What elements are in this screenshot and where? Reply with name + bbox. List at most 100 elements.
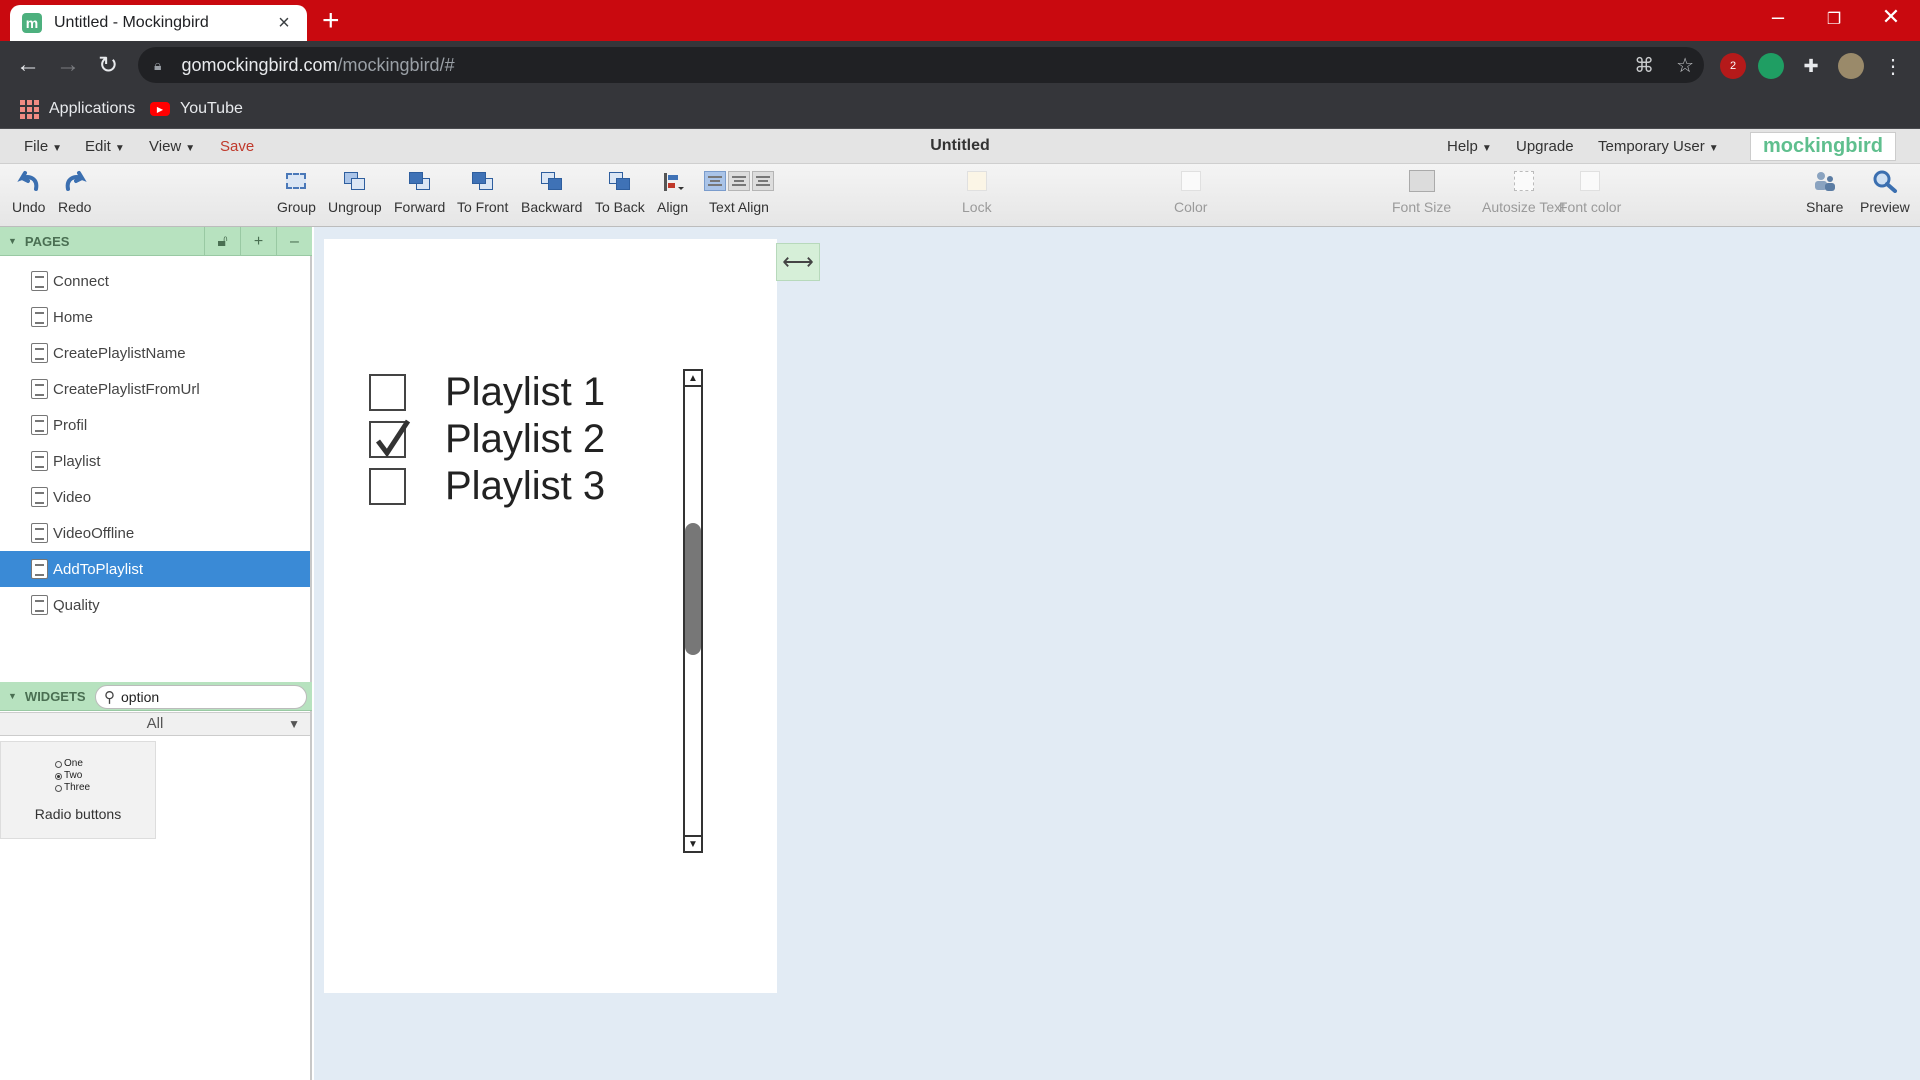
translate-icon[interactable]: ⌘: [1634, 53, 1654, 78]
page-item-addtoplaylist[interactable]: AddToPlaylist: [0, 551, 310, 587]
save-button[interactable]: Save: [220, 138, 254, 155]
scroll-down-arrow-icon[interactable]: ▼: [685, 835, 701, 851]
apps-grid-icon: [20, 99, 39, 119]
autosize-text-icon: [1511, 168, 1537, 194]
page-item-playlist[interactable]: Playlist: [0, 443, 310, 479]
checkbox-list-widget[interactable]: Playlist 1 Playlist 2 Playlist 3: [369, 369, 605, 510]
align-button[interactable]: Align: [657, 168, 688, 215]
chat-extension-icon[interactable]: [1758, 53, 1784, 79]
checkbox-unchecked-icon[interactable]: [369, 468, 406, 505]
file-menu[interactable]: File ▼: [24, 138, 62, 155]
list-item[interactable]: Playlist 1: [369, 369, 605, 416]
upgrade-link[interactable]: Upgrade: [1516, 138, 1574, 155]
pages-section-header[interactable]: ▼ PAGES 🔓︎ + –: [0, 227, 312, 256]
radio-on-icon: [55, 772, 62, 780]
ungroup-button[interactable]: Ungroup: [328, 168, 382, 215]
scroll-thumb[interactable]: [685, 523, 701, 655]
mockingbird-logo: mockingbird: [1750, 132, 1896, 161]
bookmark-applications[interactable]: Applications: [20, 95, 135, 123]
widgets-section-header[interactable]: ▼ WIDGETS ⚲: [0, 682, 312, 711]
close-tab-icon[interactable]: ×: [273, 12, 295, 35]
to-back-button[interactable]: To Back: [595, 168, 645, 215]
align-left-icon[interactable]: [704, 171, 726, 191]
user-menu[interactable]: Temporary User ▼: [1598, 138, 1719, 155]
address-bar[interactable]: 🔒︎ gomockingbird.com /mockingbird/# ⌘ ☆: [138, 47, 1704, 83]
undo-icon: [16, 168, 42, 194]
view-menu[interactable]: View ▼: [149, 138, 195, 155]
minimize-icon[interactable]: –: [1758, 4, 1798, 30]
redo-label: Redo: [58, 199, 92, 215]
list-item[interactable]: Playlist 3: [369, 463, 605, 510]
collapse-triangle-icon[interactable]: ▼: [8, 691, 17, 701]
page-label: Playlist: [53, 452, 101, 470]
align-right-icon[interactable]: [752, 171, 774, 191]
to-back-label: To Back: [595, 199, 645, 215]
mock-scrollbar[interactable]: ▲ ▼: [683, 369, 703, 853]
browser-tab[interactable]: m Untitled - Mockingbird ×: [10, 5, 307, 41]
list-item[interactable]: Playlist 2: [369, 416, 605, 463]
ungroup-label: Ungroup: [328, 199, 382, 215]
lock-button[interactable]: Lock: [962, 168, 992, 215]
share-button[interactable]: Share: [1806, 168, 1843, 215]
page-item-videooffline[interactable]: VideoOffline: [0, 515, 310, 551]
page-item-profil[interactable]: Profil: [0, 407, 310, 443]
font-color-button[interactable]: Font color: [1559, 168, 1621, 215]
forward-icon[interactable]: →: [52, 49, 84, 81]
lock-page-icon[interactable]: 🔓︎: [204, 227, 240, 256]
checkbox-checked-icon[interactable]: [369, 419, 411, 458]
widget-category-select[interactable]: All ▼: [0, 712, 310, 736]
page-icon: [31, 379, 48, 399]
autosize-text-label: Autosize Text: [1482, 199, 1566, 215]
remove-page-icon[interactable]: –: [276, 227, 312, 256]
radio-off-icon: [55, 760, 62, 768]
widget-search-input[interactable]: [121, 689, 291, 705]
extensions-puzzle-icon[interactable]: ✚: [1798, 53, 1824, 79]
extension-badge: 2: [1729, 60, 1737, 72]
font-size-button[interactable]: Font Size: [1392, 168, 1451, 215]
autosize-text-button[interactable]: Autosize Text: [1482, 168, 1565, 215]
restore-icon[interactable]: ❐: [1814, 9, 1854, 29]
bookmark-youtube[interactable]: ▶ YouTube: [150, 95, 243, 123]
redo-button[interactable]: Redo: [58, 168, 91, 215]
page-icon: [31, 523, 48, 543]
page-item-connect[interactable]: Connect: [0, 263, 310, 299]
resize-horizontal-icon[interactable]: ⟷: [776, 243, 820, 281]
scroll-up-arrow-icon[interactable]: ▲: [685, 371, 701, 387]
design-canvas[interactable]: Playlist 1 Playlist 2 Playlist 3 ▲ ▼ ⟷: [314, 227, 1920, 1080]
widget-tile-radio-buttons[interactable]: One Two Three Radio buttons: [0, 741, 156, 839]
bookmark-star-icon[interactable]: ☆: [1676, 53, 1694, 78]
group-button[interactable]: Group: [277, 168, 316, 215]
reload-icon[interactable]: ↻: [92, 49, 124, 81]
help-menu[interactable]: Help ▼: [1447, 138, 1492, 155]
ublock-extension-icon[interactable]: 2: [1720, 53, 1746, 79]
url-host: gomockingbird.com: [181, 54, 338, 75]
widget-search-box[interactable]: ⚲: [95, 685, 307, 709]
page-item-quality[interactable]: Quality: [0, 587, 310, 623]
forward-button[interactable]: Forward: [394, 168, 445, 215]
close-window-icon[interactable]: ✕: [1871, 4, 1911, 30]
page-item-createplaylistname[interactable]: CreatePlaylistName: [0, 335, 310, 371]
undo-label: Undo: [12, 199, 46, 215]
color-button[interactable]: Color: [1174, 168, 1207, 215]
backward-button[interactable]: Backward: [521, 168, 582, 215]
backward-label: Backward: [521, 199, 583, 215]
undo-button[interactable]: Undo: [12, 168, 45, 215]
back-icon[interactable]: ←: [12, 49, 44, 81]
to-front-button[interactable]: To Front: [457, 168, 508, 215]
edit-menu[interactable]: Edit ▼: [85, 138, 125, 155]
redo-icon: [62, 168, 88, 194]
page-item-home[interactable]: Home: [0, 299, 310, 335]
page-item-video[interactable]: Video: [0, 479, 310, 515]
avatar[interactable]: [1838, 53, 1864, 79]
page-icon: [31, 343, 48, 363]
checkbox-unchecked-icon[interactable]: [369, 374, 406, 411]
more-menu-icon[interactable]: ⋮: [1880, 53, 1906, 79]
add-page-icon[interactable]: +: [240, 227, 276, 256]
new-tab-icon[interactable]: +: [322, 6, 340, 36]
mockup-page[interactable]: Playlist 1 Playlist 2 Playlist 3 ▲ ▼: [324, 239, 777, 993]
align-center-icon[interactable]: [728, 171, 750, 191]
preview-button[interactable]: Preview: [1860, 168, 1910, 215]
collapse-triangle-icon[interactable]: ▼: [8, 236, 17, 246]
page-item-createplaylistfromurl[interactable]: CreatePlaylistFromUrl: [0, 371, 310, 407]
page-icon: [31, 487, 48, 507]
